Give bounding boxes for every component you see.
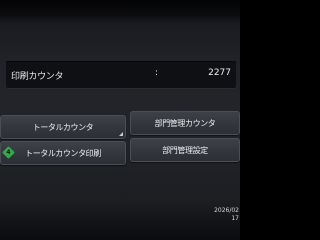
status-datetime: 2026/02 17 <box>214 207 239 223</box>
total-counter-button-label: トータルカウンタ <box>32 123 94 132</box>
dept-counter-button[interactable]: 部門管理カウンタ <box>130 111 240 135</box>
status-date: 2026/02 <box>214 207 239 214</box>
print-counter-label: 印刷カウンタ <box>11 72 64 82</box>
counter-screen: 印刷カウンタ : 2277 トータルカウンタ 部門管理カウンタ 4 トータルカウ… <box>0 0 240 240</box>
corner-triangle-icon <box>119 132 123 136</box>
screen-bezel <box>0 0 240 20</box>
dept-settings-button-label: 部門管理設定 <box>162 146 208 155</box>
print-counter-row: 印刷カウンタ : 2277 <box>6 61 236 88</box>
total-counter-button[interactable]: トータルカウンタ <box>0 115 126 139</box>
status-time: 17 <box>231 215 239 222</box>
total-counter-print-button[interactable]: 4 トータルカウンタ印刷 <box>0 141 126 165</box>
dept-counter-button-label: 部門管理カウンタ <box>154 119 216 128</box>
print-counter-separator: : <box>155 68 159 78</box>
total-counter-print-button-label: トータルカウンタ印刷 <box>25 149 101 158</box>
dept-settings-button[interactable]: 部門管理設定 <box>130 138 240 162</box>
print-counter-value: 2277 <box>208 68 231 78</box>
